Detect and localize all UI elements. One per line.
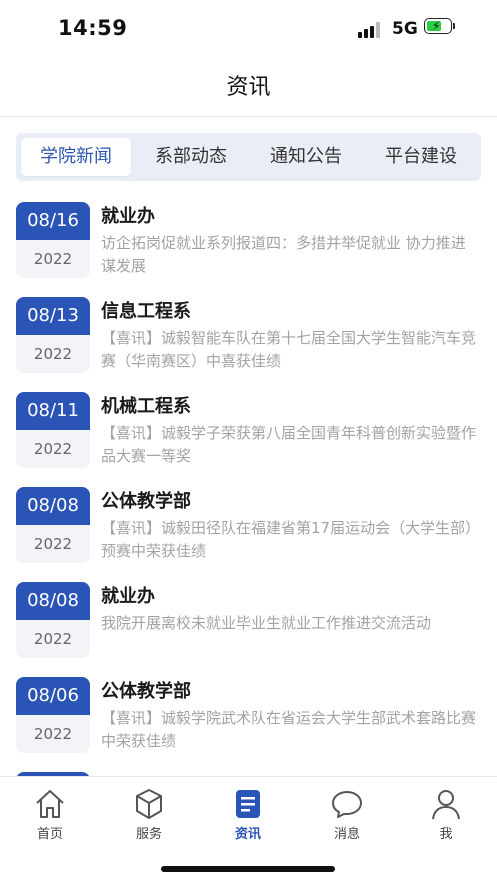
list-item[interactable]: 08/08 2022 公体教学部 【喜讯】诚毅田径队在福建省第17届运动会（大学… <box>0 481 497 576</box>
tabbar-news[interactable]: 资讯 <box>208 787 288 842</box>
tabbar-services[interactable]: 服务 <box>109 787 189 842</box>
news-summary: 【喜讯】诚毅学院武术队在省运会大学生部武术套路比赛中荣获佳绩 <box>101 709 477 750</box>
list-item[interactable]: 08/11 2022 机械工程系 【喜讯】诚毅学子荣获第八届全国青年科普创新实验… <box>0 386 497 481</box>
date-year: 2022 <box>33 440 73 458</box>
tabbar-me-label: 我 <box>439 827 453 842</box>
tab-notices[interactable]: 通知公告 <box>251 138 361 176</box>
date-month-day: 08/16 <box>16 202 90 240</box>
date-badge: 08/08 2022 <box>16 487 90 563</box>
news-summary: 访企拓岗促就业系列报道四：多措并举促就业 协力推进谋发展 <box>101 234 466 275</box>
chat-bubble-icon <box>332 791 362 818</box>
list-item[interactable]: 08/13 2022 信息工程系 【喜讯】诚毅智能车队在第十七届全国大学生智能汽… <box>0 291 497 386</box>
date-month-day: 08/13 <box>16 297 90 335</box>
page-title: 资讯 <box>226 75 271 100</box>
date-month-day: 08/06 <box>16 677 90 715</box>
home-indicator <box>161 866 335 872</box>
news-department: 就业办 <box>101 206 155 227</box>
news-department: 机械工程系 <box>101 396 191 417</box>
news-department: 信息工程系 <box>101 301 191 322</box>
tabbar-messages-label: 消息 <box>333 827 360 842</box>
tabbar-news-label: 资讯 <box>234 827 261 842</box>
tabbar-services-label: 服务 <box>135 827 162 842</box>
status-time: 14:59 <box>58 16 128 40</box>
date-year: 2022 <box>33 535 73 553</box>
news-list: 08/16 2022 就业办 访企拓岗促就业系列报道四：多措并举促就业 协力推进… <box>0 196 497 776</box>
tab-college-news[interactable]: 学院新闻 <box>21 138 131 176</box>
status-bar: 14:59 5G ⚡ <box>0 0 497 60</box>
tab-platform[interactable]: 平台建设 <box>366 138 476 176</box>
list-item[interactable]: 08/08 2022 就业办 我院开展离校未就业毕业生就业工作推进交流活动 <box>0 576 497 671</box>
home-icon <box>36 790 64 818</box>
document-icon <box>236 790 260 818</box>
battery-icon: ⚡ <box>424 18 455 36</box>
date-badge: 08/13 2022 <box>16 297 90 373</box>
date-year: 2022 <box>33 250 73 268</box>
category-tabs: 学院新闻 系部动态 通知公告 平台建设 <box>16 133 481 181</box>
date-badge: 08/08 2022 <box>16 582 90 658</box>
list-item[interactable]: 08/06 2022 公体教学部 【喜讯】诚毅学院武术队在省运会大学生部武术套路… <box>0 671 497 766</box>
list-item[interactable]: 08/16 2022 就业办 访企拓岗促就业系列报道四：多措并举促就业 协力推进… <box>0 196 497 291</box>
date-month-day: 08/11 <box>16 392 90 430</box>
news-summary: 【喜讯】诚毅智能车队在第十七届全国大学生智能汽车竞赛（华南赛区）中喜获佳绩 <box>101 329 477 370</box>
date-year: 2022 <box>33 345 73 363</box>
news-department: 公体教学部 <box>101 491 191 512</box>
date-month-day: 08/08 <box>16 487 90 525</box>
tabbar-home-label: 首页 <box>36 827 63 842</box>
tabbar-messages[interactable]: 消息 <box>307 787 387 842</box>
list-item[interactable] <box>0 766 497 776</box>
news-department: 就业办 <box>101 586 155 607</box>
date-year: 2022 <box>33 630 73 648</box>
network-type: 5G <box>392 19 418 39</box>
news-summary: 【喜讯】诚毅田径队在福建省第17届运动会（大学生部）预赛中荣获佳绩 <box>101 519 473 560</box>
tabbar-home[interactable]: 首页 <box>10 787 90 842</box>
date-year: 2022 <box>33 725 73 743</box>
news-department: 公体教学部 <box>101 681 191 702</box>
tabbar-me[interactable]: 我 <box>406 787 486 842</box>
nav-header: 资讯 <box>0 60 497 117</box>
date-badge: 08/11 2022 <box>16 392 90 468</box>
cube-icon <box>136 789 162 819</box>
date-badge: 08/06 2022 <box>16 677 90 753</box>
news-summary: 【喜讯】诚毅学子荣获第八届全国青年科普创新实验暨作品大赛一等奖 <box>101 424 477 465</box>
news-summary: 我院开展离校未就业毕业生就业工作推进交流活动 <box>101 614 432 632</box>
signal-icon <box>358 22 382 38</box>
date-badge: 08/16 2022 <box>16 202 90 278</box>
person-icon <box>432 790 460 820</box>
tab-department-news[interactable]: 系部动态 <box>136 138 246 176</box>
date-month-day: 08/08 <box>16 582 90 620</box>
